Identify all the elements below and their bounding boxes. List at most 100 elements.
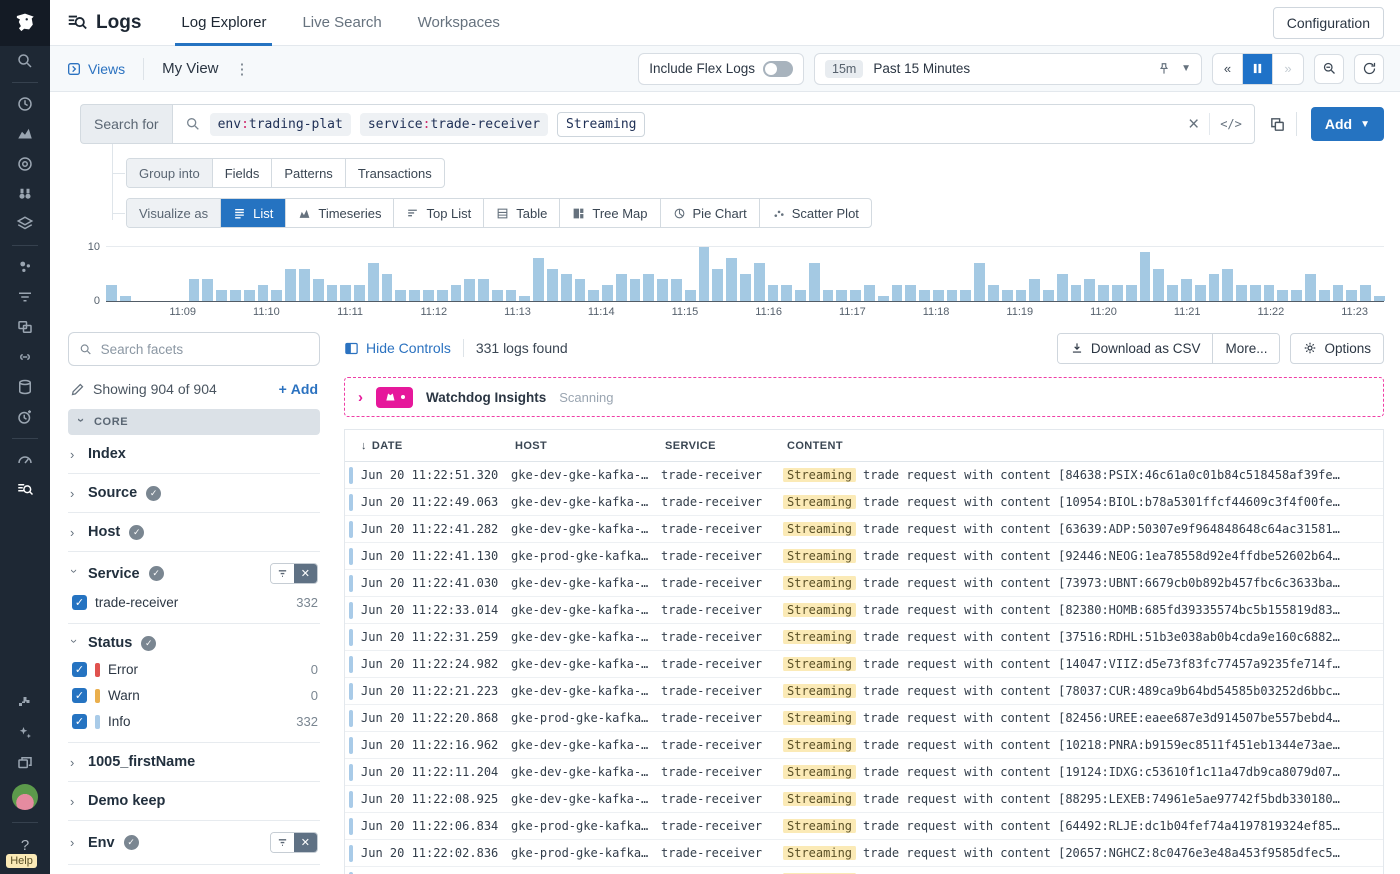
database-icon[interactable] xyxy=(0,372,50,402)
facet-host[interactable]: ›Host✓ xyxy=(68,513,320,552)
histogram-bar[interactable] xyxy=(988,285,999,301)
histogram-bar[interactable] xyxy=(382,274,393,301)
histogram-bar[interactable] xyxy=(1277,290,1288,301)
checkbox-checked[interactable]: ✓ xyxy=(72,595,87,610)
log-row[interactable]: Jun 20 11:22:49.063 gke-dev-gke-kafka-… … xyxy=(345,489,1383,516)
viz-option-list[interactable]: List xyxy=(221,199,286,227)
download-csv-button[interactable]: Download as CSV xyxy=(1058,334,1214,363)
search-token-env[interactable]: env:trading-plat xyxy=(210,113,351,136)
log-row[interactable]: Jun 20 11:22:41.130 gke-prod-gke-kafka… … xyxy=(345,543,1383,570)
add-button[interactable]: Add▼ xyxy=(1311,107,1384,141)
histogram-bar[interactable] xyxy=(1346,290,1357,301)
histogram-bar[interactable] xyxy=(795,290,806,301)
facet-demo-keep[interactable]: ›Demo keep xyxy=(68,782,320,821)
synthetics-icon[interactable] xyxy=(0,342,50,372)
histogram-bar[interactable] xyxy=(533,258,544,301)
log-row[interactable]: Jun 20 11:22:11.204 gke-dev-gke-kafka-… … xyxy=(345,759,1383,786)
log-row[interactable]: Jun 20 11:22:21.223 gke-dev-gke-kafka-… … xyxy=(345,678,1383,705)
watchdog-binoculars-icon[interactable] xyxy=(0,179,50,209)
facet-source[interactable]: ›Source✓ xyxy=(68,474,320,513)
rewind-button[interactable]: « xyxy=(1213,54,1243,84)
configuration-button[interactable]: Configuration xyxy=(1273,7,1384,39)
histogram-bar[interactable] xyxy=(547,269,558,301)
histogram-bar[interactable] xyxy=(368,263,379,301)
histogram-bar[interactable] xyxy=(216,290,227,301)
histogram-bar[interactable] xyxy=(685,290,696,301)
facet-search-input[interactable] xyxy=(101,342,309,357)
histogram-bar[interactable] xyxy=(781,285,792,301)
histogram-bar[interactable] xyxy=(561,274,572,301)
workspaces-windows-icon[interactable] xyxy=(0,748,50,778)
histogram-bar[interactable] xyxy=(519,296,530,301)
histogram-bar[interactable] xyxy=(919,290,930,301)
histogram-bar[interactable] xyxy=(768,285,779,301)
search-icon[interactable] xyxy=(0,46,50,76)
pause-button[interactable] xyxy=(1243,54,1273,84)
software-catalog-icon[interactable] xyxy=(0,209,50,239)
histogram-bar[interactable] xyxy=(740,274,751,301)
histogram-bar[interactable] xyxy=(354,285,365,301)
history-icon[interactable] xyxy=(0,89,50,119)
histogram-bar[interactable] xyxy=(712,269,723,301)
histogram-bar[interactable] xyxy=(506,290,517,301)
histogram-bar[interactable] xyxy=(451,285,462,301)
log-row[interactable]: Jun 20 11:22:33.014 gke-dev-gke-kafka-… … xyxy=(345,597,1383,624)
checkbox-checked[interactable]: ✓ xyxy=(72,688,87,703)
histogram-bar[interactable] xyxy=(1098,285,1109,301)
log-pipelines-icon[interactable] xyxy=(0,282,50,312)
facet-filter-icon[interactable] xyxy=(271,564,294,583)
search-input[interactable]: env:trading-plat service:trade-receiver … xyxy=(172,104,1255,144)
histogram-bar[interactable] xyxy=(1153,269,1164,301)
histogram-bar[interactable] xyxy=(1291,290,1302,301)
facet-value-row[interactable]: ✓ trade-receiver 332 xyxy=(72,595,318,610)
viz-option-tree-map[interactable]: Tree Map xyxy=(560,199,660,227)
view-name[interactable]: My View xyxy=(162,60,218,77)
viz-option-timeseries[interactable]: Timeseries xyxy=(286,199,394,227)
code-view-icon[interactable]: </> xyxy=(1220,117,1242,131)
histogram-bar[interactable] xyxy=(327,285,338,301)
viz-option-pie-chart[interactable]: Pie Chart xyxy=(661,199,760,227)
histogram-bar[interactable] xyxy=(189,279,200,301)
histogram-bar[interactable] xyxy=(575,279,586,301)
facet-value-row[interactable]: ✓ Info 332 xyxy=(72,714,318,729)
zoom-out-button[interactable] xyxy=(1314,54,1344,84)
histogram-bar[interactable] xyxy=(1333,285,1344,301)
facet-group-core[interactable]: › CORE xyxy=(68,409,320,435)
histogram-bar[interactable] xyxy=(271,290,282,301)
histogram-bar[interactable] xyxy=(1029,279,1040,301)
histogram-bar[interactable] xyxy=(630,279,641,301)
histogram-bar[interactable] xyxy=(905,285,916,301)
histogram-bar[interactable] xyxy=(299,269,310,301)
histogram-bar[interactable] xyxy=(1360,285,1371,301)
histogram-bar[interactable] xyxy=(395,290,406,301)
histogram-bar[interactable] xyxy=(878,296,889,301)
user-avatar[interactable] xyxy=(12,784,38,810)
facet-service-header[interactable]: › Service ✓ ✕ xyxy=(70,563,318,584)
time-range-picker[interactable]: 15m Past 15 Minutes ▼ xyxy=(814,53,1202,85)
checkbox-checked[interactable]: ✓ xyxy=(72,714,87,729)
facet-search[interactable] xyxy=(68,332,320,366)
histogram-bar[interactable] xyxy=(340,285,351,301)
facet-filter-icon[interactable] xyxy=(271,833,294,852)
histogram-bar[interactable] xyxy=(1305,274,1316,301)
viz-option-table[interactable]: Table xyxy=(484,199,560,227)
histogram-bar[interactable] xyxy=(699,247,710,301)
log-row[interactable]: Jun 20 11:22:24.982 gke-dev-gke-kafka-… … xyxy=(345,651,1383,678)
hide-controls-button[interactable]: Hide Controls xyxy=(344,340,451,356)
facet-env[interactable]: › Env ✓ ✕ xyxy=(68,821,320,865)
performance-gauge-icon[interactable] xyxy=(0,445,50,475)
service-map-icon[interactable] xyxy=(0,252,50,282)
histogram-bar[interactable] xyxy=(960,290,971,301)
histogram-bar[interactable] xyxy=(120,296,131,301)
search-token-service[interactable]: service:trade-receiver xyxy=(360,113,548,136)
log-row[interactable]: Jun 20 11:22:41.030 gke-dev-gke-kafka-… … xyxy=(345,570,1383,597)
log-row[interactable]: Jun 20 11:22:51.320 gke-dev-gke-kafka-… … xyxy=(345,462,1383,489)
facet-value-row[interactable]: ✓ Error 0 xyxy=(72,662,318,677)
column-header-host[interactable]: HOST xyxy=(515,440,665,452)
histogram-bar[interactable] xyxy=(437,290,448,301)
logs-explorer-icon[interactable] xyxy=(0,475,50,505)
log-row[interactable]: Jun 20 11:22:08.925 gke-dev-gke-kafka-… … xyxy=(345,786,1383,813)
integrations-puzzle-icon[interactable] xyxy=(0,688,50,718)
histogram-bar[interactable] xyxy=(1264,285,1275,301)
log-row[interactable]: Jun 20 11:22:16.962 gke-dev-gke-kafka-… … xyxy=(345,732,1383,759)
